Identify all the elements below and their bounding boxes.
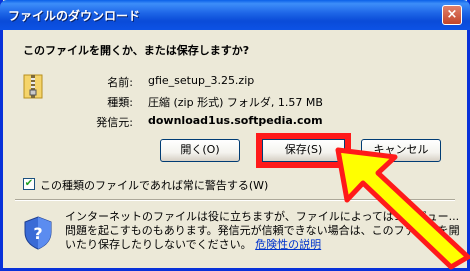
name-label: 名前: (107, 76, 133, 89)
shield-icon: ? (24, 216, 52, 250)
pointer-arrow-annotation (335, 147, 470, 270)
source-label: 発信元: (96, 116, 133, 129)
dialog-question: このファイルを開くか、または保存しますか? (23, 44, 250, 57)
type-label: 種類: (107, 96, 133, 109)
cancel-button[interactable]: キャンセル (361, 139, 441, 162)
download-dialog: ファイルのダウンロード × このファイルを開くか、または保存しますか? 名前: … (0, 0, 470, 271)
always-warn-checkbox[interactable]: ✔ (23, 178, 35, 190)
always-warn-label[interactable]: この種類のファイルであれば常に警告する(W) (40, 177, 268, 193)
title-bar[interactable]: ファイルのダウンロード × (0, 0, 470, 30)
svg-text:?: ? (33, 224, 42, 243)
open-button[interactable]: 開く(O) (160, 139, 240, 162)
save-button-highlight: 保存(S) (256, 133, 351, 168)
zip-folder-icon (23, 74, 43, 99)
warning-text-block: インターネットのファイルは役に立ちますが、ファイルによってはコンピュー... 問… (65, 210, 460, 252)
divider (15, 199, 455, 201)
save-button[interactable]: 保存(S) (262, 139, 345, 162)
type-value: 圧縮 (zip 形式) フォルダ, 1.57 MB (148, 96, 323, 109)
name-value: gfie_setup_3.25.zip (148, 74, 255, 87)
source-value: download1us.softpedia.com (148, 114, 323, 127)
risk-link[interactable]: 危険性の説明 (255, 238, 321, 251)
close-button[interactable]: × (442, 5, 462, 25)
window-title: ファイルのダウンロード (8, 9, 141, 23)
